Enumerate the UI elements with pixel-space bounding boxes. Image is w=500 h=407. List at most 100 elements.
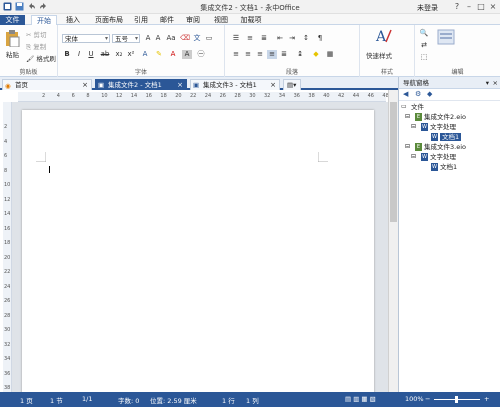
tree-node-doc3[interactable]: W 文档1 [421,163,457,171]
text-effect-icon[interactable]: A [140,50,150,59]
zoom-in-icon[interactable]: + [484,395,489,403]
borders-icon[interactable]: ▦ [325,50,335,59]
close-icon[interactable]: × [82,80,88,90]
numbering-icon[interactable]: ≡ [245,34,255,43]
collapse-icon[interactable]: ⊟ [405,113,410,121]
paste-icon[interactable] [4,29,20,49]
collapse-icon[interactable]: ⊟ [405,143,410,151]
close-icon[interactable]: × [493,77,498,89]
align-center-icon[interactable]: ≡ [243,50,253,59]
minimize-button[interactable]: – [464,2,474,11]
menu-page-layout[interactable]: 页面布局 [91,15,127,25]
menu-references[interactable]: 引用 [131,15,151,25]
ruler-tick: 20 [175,93,182,99]
sort-icon[interactable]: ↕ [301,34,311,43]
tab-home[interactable]: ◉ 首页 × [2,79,92,90]
menu-file[interactable]: 文件 [0,15,25,25]
scrollbar-thumb[interactable] [390,102,397,222]
nav-pane-header: 导航窗格 ▾ × [399,77,500,89]
multilevel-list-icon[interactable]: ≣ [259,34,269,43]
collapse-icon[interactable]: ⊟ [411,123,416,131]
enclose-char-icon[interactable]: ㊀ [196,50,206,59]
login-link[interactable]: 未登录 [417,3,438,13]
replace-icon[interactable]: ⇄ [419,41,429,50]
menu-addins[interactable]: 加载项 [236,15,266,25]
tree-node-file3[interactable]: ⊟ E 集成文件3.eio [405,143,466,151]
italic-button[interactable]: I [74,50,84,59]
underline-button[interactable]: U [86,50,96,59]
vertical-ruler[interactable]: 2 4 6 8 10 12 14 16 18 20 22 24 26 28 30 32 34 36 38 [3,102,12,392]
paste-button[interactable]: 粘贴 [6,49,19,59]
menu-insert[interactable]: 插入 [61,15,85,25]
shading-icon[interactable]: ◆ [311,50,321,59]
help-icon[interactable]: ? [452,2,462,11]
grow-font-icon[interactable]: A [143,34,153,43]
tree-node-root[interactable]: ▭ 文件 [401,103,424,111]
settings-icon[interactable]: ⚙ [415,90,421,98]
tree-node-wp2[interactable]: ⊟ W 文字处理 [411,123,456,131]
document-page[interactable] [22,110,374,400]
new-tab-button[interactable]: ▤▾ [283,79,301,90]
pin-icon[interactable]: ◆ [427,90,432,98]
edit-manager-icon[interactable] [437,29,455,47]
strikethrough-icon[interactable]: ab [100,50,110,59]
font-name-select[interactable]: 宋体 [62,34,110,43]
tab-doc-2[interactable]: ▣ 集成文件2 - 文档1 × [95,79,187,90]
view-mode-icons[interactable]: ▤ ▥ ▦ ▧ [345,395,376,403]
zoom-slider-thumb[interactable] [455,396,458,403]
collapse-icon[interactable]: ⊟ [411,153,416,161]
quick-style-button[interactable]: 快速样式 [366,50,392,60]
status-words: 字数: 0 [118,397,140,405]
find-icon[interactable]: 🔍 [419,29,429,38]
home-tab-icon: ◉ [5,82,11,90]
superscript-icon[interactable]: x² [126,50,136,59]
shrink-font-icon[interactable]: A [153,34,163,43]
subscript-icon[interactable]: x₂ [114,50,124,59]
highlight-icon[interactable]: ✎ [154,50,164,59]
maximize-button[interactable]: □ [476,2,486,11]
line-spacing-icon[interactable]: ↨ [295,50,305,59]
distribute-icon[interactable]: ≣ [279,50,289,59]
horizontal-ruler[interactable]: 2 4 6 8 10 12 14 16 18 20 22 24 26 28 30 32 34 36 38 40 42 44… [18,92,389,102]
format-painter-button[interactable]: 🖌 格式刷 [26,53,56,63]
char-border-icon[interactable]: ▭ [204,34,214,43]
ruler-tick: 22 [190,93,197,99]
doc-icon: W [431,163,438,171]
close-icon[interactable]: × [270,80,276,90]
menu-mailings[interactable]: 邮件 [157,15,177,25]
bullets-icon[interactable]: ☰ [231,34,241,43]
close-icon[interactable]: × [177,80,183,90]
cut-button[interactable]: ✂ 剪切 [26,29,47,39]
chevron-down-icon[interactable]: ▾ [486,77,489,89]
select-icon[interactable]: ⬚ [419,53,429,62]
char-shading-icon[interactable]: A [182,50,192,59]
phonetic-icon[interactable]: 文 [192,34,202,43]
ruler-tick: 10 [101,93,108,99]
justify-icon[interactable]: ≡ [267,50,277,59]
align-right-icon[interactable]: ≡ [255,50,265,59]
menu-view[interactable]: 视图 [211,15,231,25]
clear-format-icon[interactable]: ⌫ [180,34,190,43]
decrease-indent-icon[interactable]: ⇤ [275,34,285,43]
tab-doc-3[interactable]: ▣ 集成文件3 - 文档1 × [190,79,280,90]
menu-home[interactable]: 开始 [31,15,57,25]
quick-style-icon[interactable]: A [374,28,392,46]
show-marks-icon[interactable]: ¶ [315,34,325,43]
tree-node-wp3[interactable]: ⊟ W 文字处理 [411,153,456,161]
tree-node-doc2[interactable]: W 文档1 [421,133,462,141]
close-button[interactable]: × [488,2,498,11]
align-left-icon[interactable]: ≡ [231,50,241,59]
increase-indent-icon[interactable]: ⇥ [287,34,297,43]
bold-button[interactable]: B [62,50,72,59]
vertical-scrollbar[interactable] [388,90,398,392]
collapse-icon[interactable]: ▭ [401,103,407,111]
zoom-out-icon[interactable]: − [425,395,430,403]
menu-review[interactable]: 审阅 [183,15,203,25]
doc-tab-icon: ▣ [193,81,200,89]
change-case-icon[interactable]: Aa [166,34,176,43]
tree-node-file2[interactable]: ⊟ E 集成文件2.eio [405,113,466,121]
copy-button[interactable]: ⎘ 复制 [26,41,46,52]
font-size-select[interactable]: 五号 [112,34,140,43]
back-icon[interactable]: ◀ [403,90,408,98]
font-color-icon[interactable]: A [168,50,178,59]
